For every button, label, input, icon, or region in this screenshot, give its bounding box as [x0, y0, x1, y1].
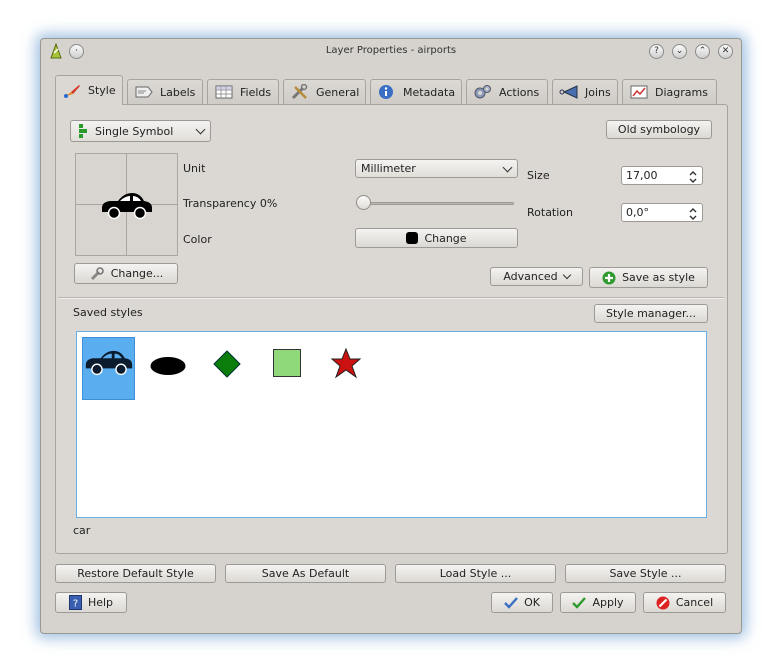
car-icon: [85, 350, 133, 376]
slider-handle[interactable]: [356, 195, 371, 210]
saved-styles-label: Saved styles: [73, 306, 143, 319]
tab-general[interactable]: General: [283, 79, 366, 104]
transparency-label: Transparency 0%: [183, 197, 278, 210]
unit-label: Unit: [183, 162, 206, 175]
svg-text:?: ?: [73, 599, 78, 610]
spinner-arrows-icon: [689, 171, 697, 183]
style-item-star[interactable]: [322, 337, 374, 400]
color-label: Color: [183, 233, 212, 246]
diamond-icon: [213, 350, 241, 378]
tab-labels[interactable]: Labels: [127, 79, 203, 104]
tab-style[interactable]: Style: [55, 75, 123, 105]
rotation-spinbox[interactable]: 0,0°: [621, 203, 703, 222]
window-title: Layer Properties - airports: [325, 45, 457, 56]
cancel-icon: [656, 596, 670, 610]
gears-icon: [473, 84, 493, 100]
checkmark-icon: [504, 596, 518, 609]
color-change-button[interactable]: Change: [355, 228, 518, 248]
add-icon: [602, 271, 616, 285]
selected-style-name: car: [73, 524, 91, 537]
style-item-diamond[interactable]: [202, 337, 254, 400]
help-title-button[interactable]: ?: [649, 44, 664, 59]
star-icon: [330, 347, 362, 379]
old-symbology-button[interactable]: Old symbology: [606, 120, 712, 139]
style-item-ellipse[interactable]: [142, 337, 194, 400]
save-as-default-button[interactable]: Save As Default: [225, 564, 386, 583]
paintbrush-icon: [62, 83, 82, 99]
transparency-slider[interactable]: [356, 195, 514, 211]
symbol-preview: [75, 153, 178, 256]
unit-combo[interactable]: Millimeter: [355, 159, 518, 178]
help-button[interactable]: ? Help: [55, 592, 127, 613]
minimize-button[interactable]: ⌄: [672, 44, 687, 59]
renderer-combo[interactable]: Single Symbol: [70, 120, 211, 142]
chevron-down-icon: [502, 162, 513, 172]
tab-diagrams[interactable]: Diagrams: [622, 79, 717, 104]
size-label: Size: [527, 169, 550, 182]
cancel-button[interactable]: Cancel: [643, 592, 726, 613]
slider-track: [356, 202, 514, 205]
advanced-button[interactable]: Advanced: [490, 267, 583, 286]
tools-icon: [290, 83, 310, 100]
maximize-button[interactable]: ⌃: [695, 44, 710, 59]
info-icon: [377, 84, 397, 100]
rotation-label: Rotation: [527, 206, 574, 219]
diagram-icon: [629, 84, 649, 100]
size-spinbox[interactable]: 17,00: [621, 166, 703, 185]
tab-metadata[interactable]: Metadata: [370, 79, 462, 104]
checkmark-icon: [572, 596, 587, 609]
saved-styles-list[interactable]: [76, 331, 707, 518]
save-as-style-button[interactable]: Save as style: [589, 267, 708, 288]
apply-button[interactable]: Apply: [560, 592, 636, 613]
spinner-arrows-icon: [689, 208, 697, 220]
square-icon: [273, 349, 301, 377]
color-swatch: [406, 232, 419, 244]
join-icon: [559, 84, 579, 100]
wrench-icon: [89, 266, 105, 281]
tab-joins[interactable]: Joins: [552, 79, 618, 104]
car-preview-icon: [102, 193, 152, 220]
save-style-button[interactable]: Save Style ...: [565, 564, 726, 583]
style-manager-button[interactable]: Style manager...: [594, 304, 708, 323]
title-bar: · Layer Properties - airports ? ⌄ ⌃ ✕: [41, 39, 741, 65]
tab-fields[interactable]: Fields: [207, 79, 279, 104]
help-book-icon: ?: [68, 595, 82, 610]
ok-button[interactable]: OK: [491, 592, 553, 613]
chevron-down-icon: [195, 124, 206, 135]
tab-actions[interactable]: Actions: [466, 79, 548, 104]
single-symbol-icon: [76, 124, 90, 138]
close-button[interactable]: ✕: [718, 44, 733, 59]
change-symbol-button[interactable]: Change...: [74, 263, 178, 284]
label-icon: [134, 84, 154, 100]
chevron-down-icon: [562, 270, 571, 280]
style-item-car[interactable]: [82, 337, 135, 400]
style-item-square[interactable]: [262, 337, 314, 400]
restore-default-style-button[interactable]: Restore Default Style: [55, 564, 216, 583]
ellipse-icon: [150, 357, 186, 375]
table-icon: [214, 84, 234, 100]
style-panel: Single Symbol Old symbology Unit Transpa…: [55, 104, 728, 554]
load-style-button[interactable]: Load Style ...: [395, 564, 556, 583]
divider: [58, 297, 724, 299]
layer-properties-dialog: · Layer Properties - airports ? ⌄ ⌃ ✕ St…: [40, 38, 742, 634]
